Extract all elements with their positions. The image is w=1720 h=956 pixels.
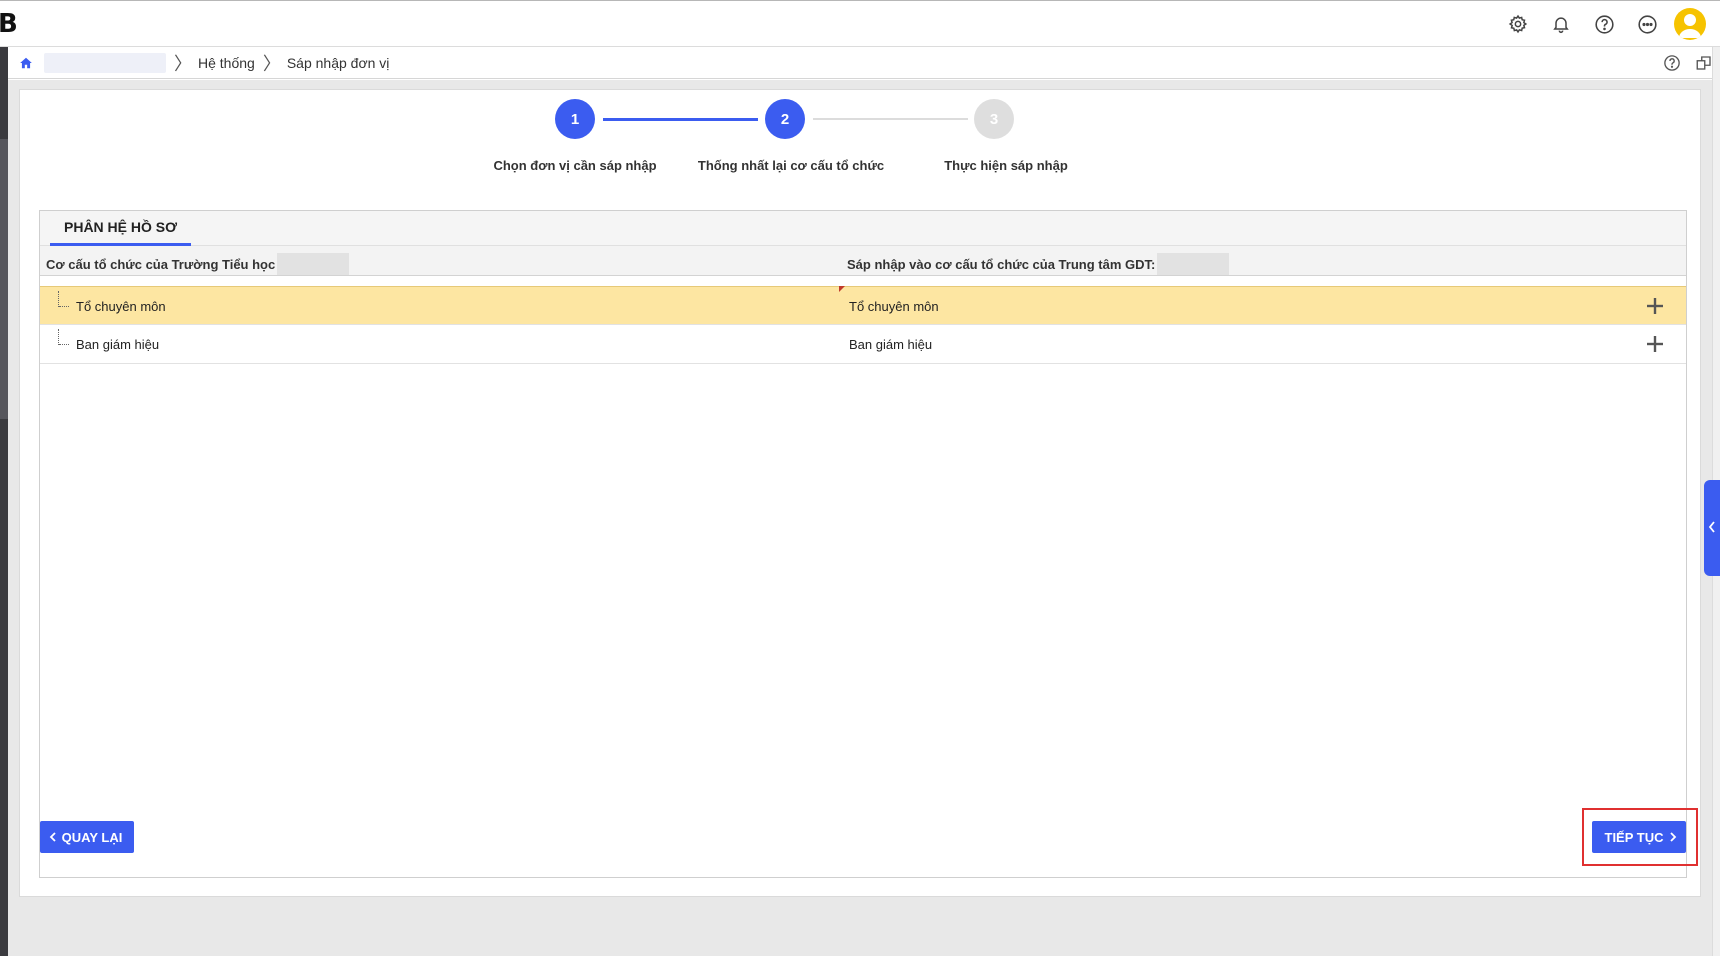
edit-marker-icon — [839, 286, 845, 292]
tree-branch-icon — [58, 325, 72, 364]
tab-profile-module[interactable]: PHÂN HỆ HỒ SƠ — [50, 211, 192, 246]
back-button-label: QUAY LẠI — [61, 829, 123, 845]
chevron-right-icon — [1668, 830, 1678, 845]
left-sidebar-strip — [0, 47, 8, 956]
table-row[interactable]: Ban giám hiệu Ban giám hiệu — [40, 325, 1686, 364]
step-2-label: Thống nhất lại cơ cấu tổ chức — [697, 158, 885, 173]
app-logo: B — [0, 9, 18, 39]
column-header-target: Sáp nhập vào cơ cấu tổ chức của Trung tâ… — [847, 253, 1230, 275]
next-button-label: TIẾP TỤC — [1604, 829, 1664, 845]
breadcrumb-redacted-unit — [44, 52, 166, 73]
gear-icon[interactable] — [1501, 7, 1535, 41]
work-area: 1 2 3 Chọn đơn vị cần sáp nhập Thống nhấ… — [8, 80, 1712, 956]
page-help-icon[interactable] — [1656, 47, 1688, 79]
tab-bar: PHÂN HỆ HỒ SƠ — [40, 211, 1686, 246]
row-target-label[interactable]: Ban giám hiệu — [849, 337, 932, 352]
user-avatar-icon[interactable] — [1674, 8, 1706, 40]
mapping-section: PHÂN HỆ HỒ SƠ Cơ cấu tổ chức của Trường … — [39, 210, 1687, 878]
step-1-label: Chọn đơn vị cần sáp nhập — [493, 158, 657, 173]
add-icon[interactable] — [1644, 333, 1666, 355]
breadcrumb: 〉 Hệ thống 〉 Sáp nhập đơn vị — [8, 47, 1720, 79]
home-icon[interactable] — [8, 47, 44, 79]
step-3-circle: 3 — [974, 99, 1014, 139]
chevron-left-icon — [1708, 520, 1716, 536]
chevron-left-icon — [48, 830, 58, 845]
breadcrumb-item-merge: Sáp nhập đơn vị — [286, 54, 390, 71]
merge-wizard-panel: 1 2 3 Chọn đơn vị cần sáp nhập Thống nhấ… — [19, 89, 1701, 897]
breadcrumb-actions — [1656, 47, 1720, 79]
step-connector-2 — [813, 118, 968, 120]
row-source-label: Tổ chuyên môn — [76, 299, 166, 314]
redacted-center-name — [1157, 253, 1230, 275]
breadcrumb-separator-icon: 〉 — [174, 53, 192, 75]
column-header-source: Cơ cấu tổ chức của Trường Tiểu học — [46, 253, 350, 275]
tree-branch-icon — [58, 287, 72, 326]
top-icons — [1492, 7, 1706, 41]
add-icon[interactable] — [1644, 295, 1666, 317]
step-connector-1 — [603, 118, 758, 121]
row-source-label: Ban giám hiệu — [76, 337, 160, 352]
bell-icon[interactable] — [1544, 7, 1578, 41]
back-button[interactable]: QUAY LẠI — [40, 821, 134, 853]
breadcrumb-separator-icon: 〉 — [262, 53, 281, 75]
step-1-circle[interactable]: 1 — [555, 99, 595, 139]
collapse-panel-handle[interactable] — [1704, 480, 1720, 576]
more-icon[interactable] — [1630, 7, 1664, 41]
top-app-bar: B — [0, 0, 1720, 47]
table-header: Cơ cấu tổ chức của Trường Tiểu học Sáp n… — [40, 246, 1686, 276]
help-icon[interactable] — [1587, 7, 1621, 41]
table-row[interactable]: Tổ chuyên môn Tổ chuyên môn — [40, 286, 1686, 325]
row-target-label[interactable]: Tổ chuyên môn — [849, 299, 939, 314]
breadcrumb-item-system[interactable]: Hệ thống — [198, 55, 255, 71]
step-3-label: Thực hiện sáp nhập — [944, 158, 1068, 173]
step-2-circle[interactable]: 2 — [765, 99, 805, 139]
column-header-source-label: Cơ cấu tổ chức của Trường Tiểu học — [46, 256, 276, 272]
wizard-stepper: 1 2 3 Chọn đơn vị cần sáp nhập Thống nhấ… — [20, 90, 1700, 200]
next-button[interactable]: TIẾP TỤC — [1592, 821, 1686, 853]
redacted-school-name — [277, 253, 350, 275]
column-header-target-label: Sáp nhập vào cơ cấu tổ chức của Trung tâ… — [847, 256, 1156, 272]
